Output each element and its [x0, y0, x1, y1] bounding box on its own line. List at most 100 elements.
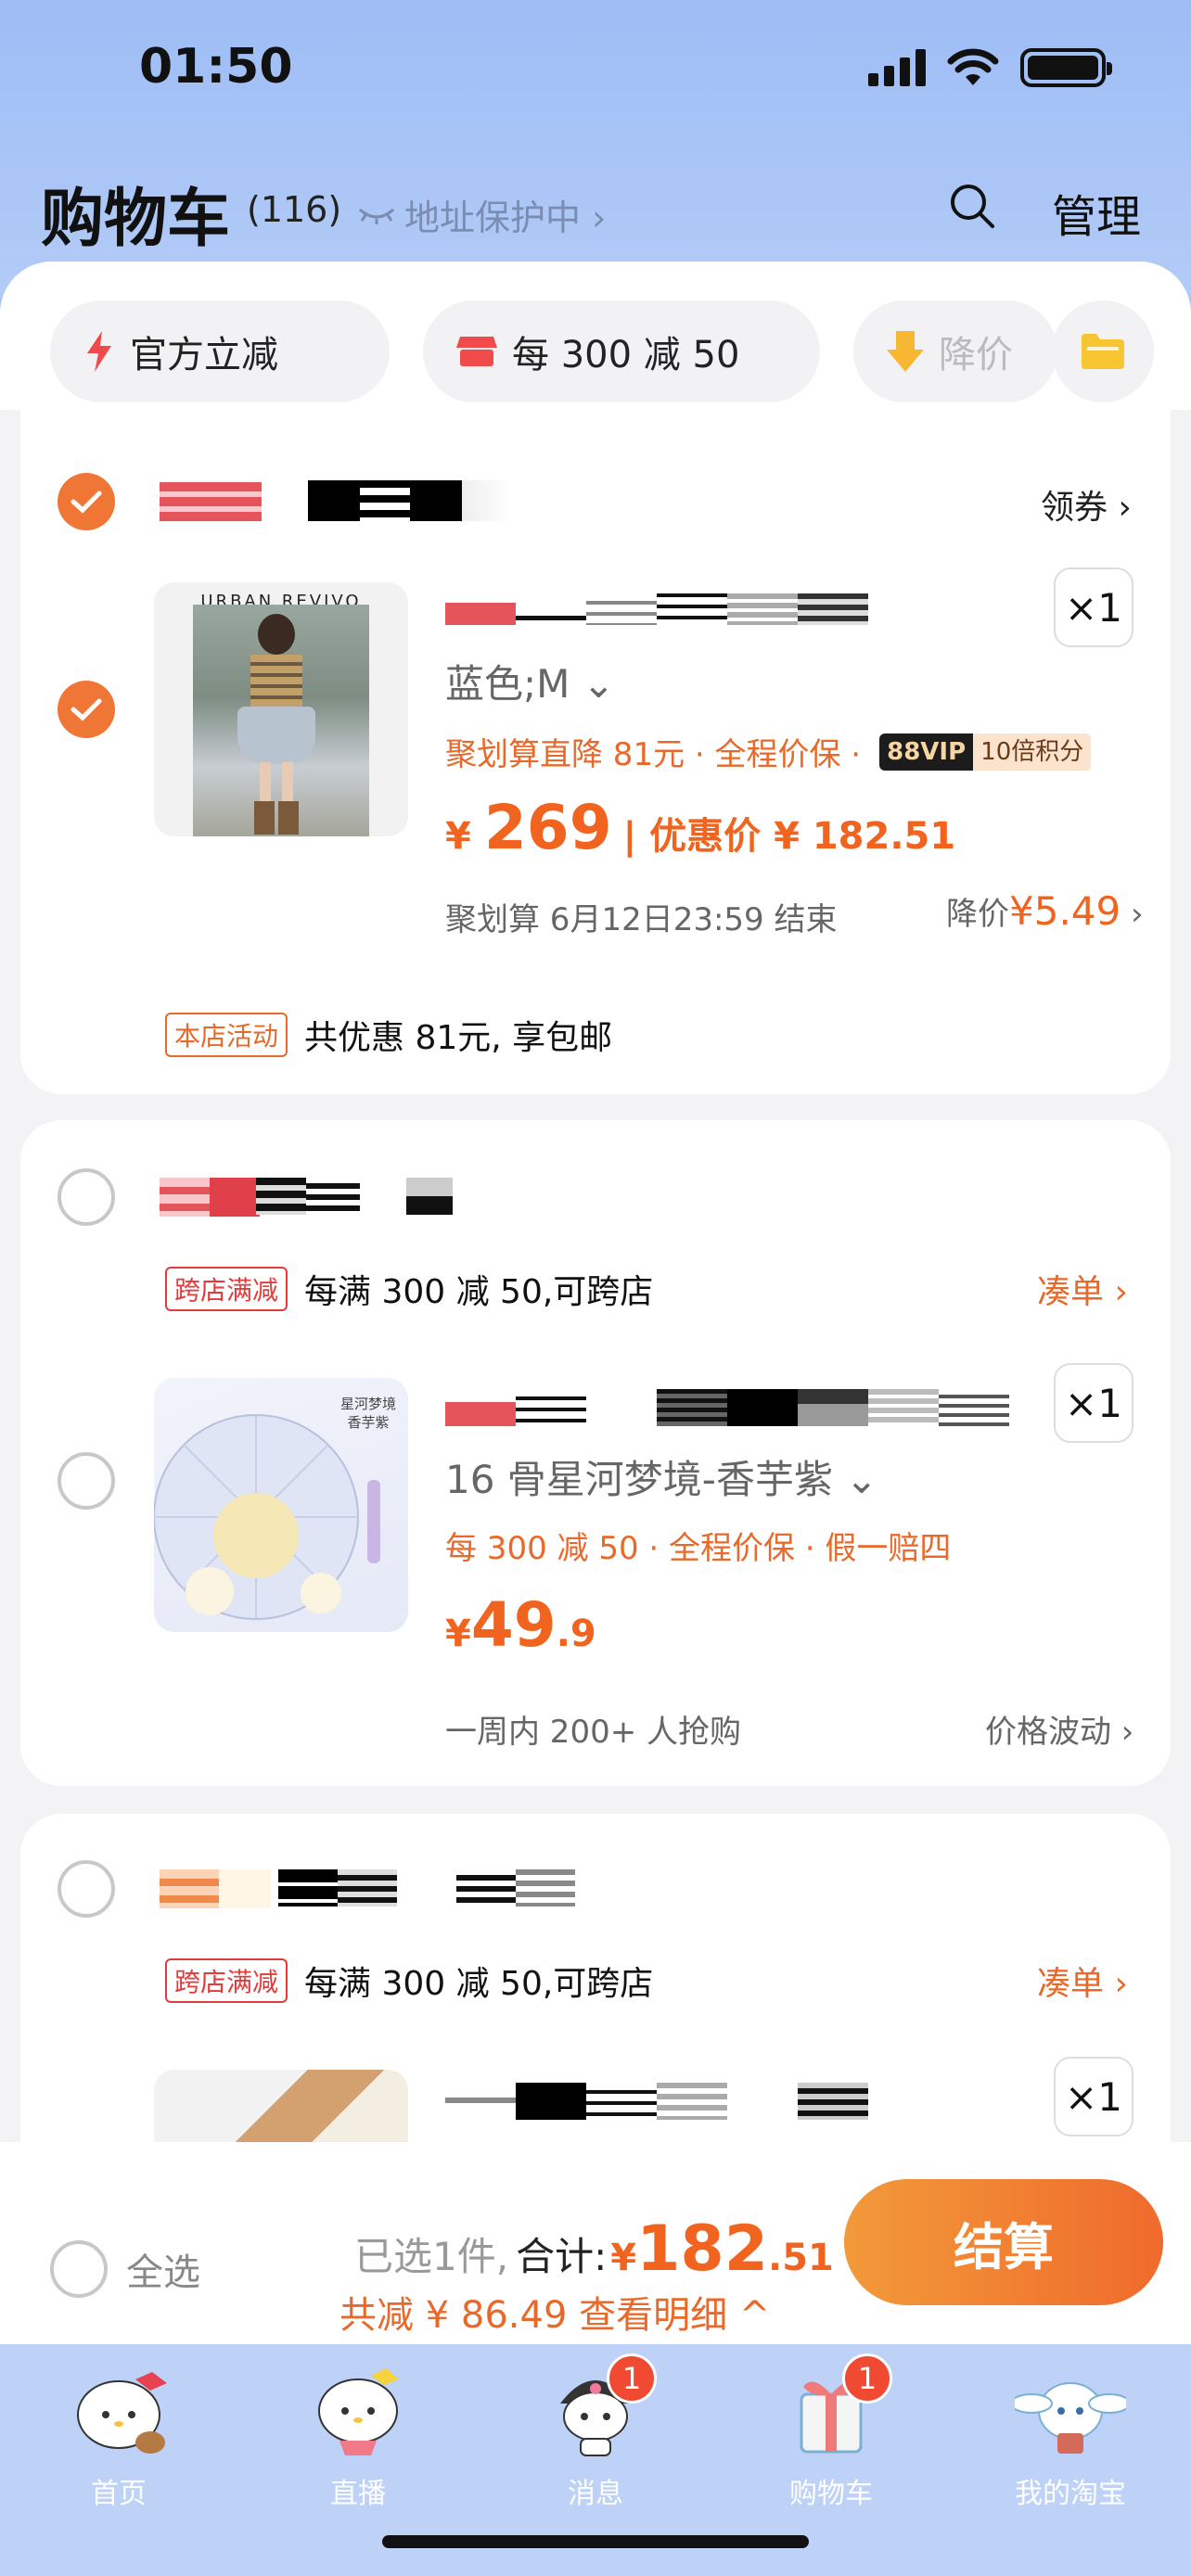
- cart-badge: 1: [842, 2353, 892, 2404]
- shop-name-redacted[interactable]: [308, 480, 512, 521]
- product-title-redacted[interactable]: [445, 593, 868, 625]
- messages-badge: 1: [607, 2353, 657, 2404]
- chip-label: 官方立减: [130, 334, 278, 376]
- chip-label: 降价: [939, 334, 1013, 376]
- get-coupon-link[interactable]: 领券 ›: [1041, 480, 1132, 529]
- vip-badge: 88VIP 10倍积分: [879, 733, 1092, 771]
- tab-messages[interactable]: 1 消息: [512, 2353, 679, 2511]
- hello-kitty-live-icon: [302, 2357, 414, 2459]
- total-integer: 182: [636, 2213, 769, 2286]
- sku-selector[interactable]: 蓝色;M ⌄: [445, 653, 615, 709]
- shop-card-1: 领券 › URBAN REVIVO ×1 蓝色;M ⌄ 聚划算直降 81元 · …: [20, 410, 1171, 1094]
- signal-icon: [868, 49, 926, 86]
- selected-count: 已选1件,: [354, 2234, 509, 2279]
- shop-logo: [160, 1178, 260, 1217]
- price-drop-link[interactable]: 降价¥5.49 ›: [946, 888, 1144, 934]
- promo-line: 聚划算直降 81元 · 全程价保 · 88VIP 10倍积分: [445, 729, 1092, 774]
- vip-label: 88VIP: [879, 733, 974, 771]
- product-photo: [193, 605, 369, 836]
- quantity-stepper[interactable]: ×1: [1054, 567, 1133, 647]
- chip-label: 每 300 减 50: [512, 334, 740, 376]
- check-icon: [70, 698, 102, 721]
- select-all-label: 全选: [126, 2251, 200, 2294]
- chip-official-discount[interactable]: 官方立减: [50, 300, 390, 402]
- page-title: 购物车: [41, 183, 231, 256]
- activity-tag: 跨店满减: [165, 1958, 288, 2003]
- sales-info: 一周内 200+ 人抢购: [445, 1714, 741, 1751]
- tab-home[interactable]: 首页: [35, 2357, 202, 2511]
- shop-logo: [160, 482, 262, 521]
- wifi-icon: [947, 48, 999, 85]
- price-integer: 49: [470, 1589, 557, 1661]
- price-block: ¥ 49 .9: [445, 1589, 596, 1661]
- tab-cart[interactable]: 1 购物车: [748, 2353, 915, 2511]
- chip-price-drop[interactable]: 降价: [853, 300, 1057, 402]
- promo-filter-row: 官方立减 每 300 减 50 降价: [0, 261, 1191, 410]
- price-decimal: .9: [556, 1613, 596, 1655]
- lightning-icon: [87, 331, 111, 372]
- tab-label: 我的淘宝: [1015, 2478, 1126, 2510]
- price-drop-label: 降价: [946, 896, 1009, 933]
- total-decimal: .51: [768, 2237, 834, 2279]
- folder-filter-button[interactable]: [1052, 300, 1154, 402]
- total-label: 合计:: [516, 2234, 608, 2279]
- shop-card-2: 跨店满减 每满 300 减 50,可跨店 凑单 › 星河梦境 香芋紫 ×1 16…: [20, 1120, 1171, 1786]
- product-image[interactable]: URBAN REVIVO: [154, 582, 408, 836]
- tab-label: 直播: [330, 2478, 386, 2510]
- cross-store-activity: 跨店满减 每满 300 减 50,可跨店: [165, 1265, 653, 1313]
- item-checkbox[interactable]: [58, 681, 115, 738]
- shop-checkbox[interactable]: [58, 1860, 115, 1918]
- home-indicator: [382, 2535, 809, 2548]
- tab-live[interactable]: 直播: [275, 2357, 442, 2511]
- product-title-redacted[interactable]: [445, 2083, 868, 2120]
- total-symbol: ¥: [610, 2237, 637, 2279]
- shop-name-redacted[interactable]: [278, 1869, 575, 1906]
- product-image[interactable]: 星河梦境 香芋紫: [154, 1378, 408, 1632]
- discount-price: | 优惠价 ¥ 182.51: [622, 815, 956, 858]
- manage-button[interactable]: 管理: [1052, 180, 1141, 245]
- battery-icon: [1020, 48, 1112, 87]
- chip-cross-store-discount[interactable]: 每 300 减 50: [423, 300, 820, 402]
- status-icons: [868, 48, 1112, 87]
- shop-checkbox[interactable]: [58, 473, 115, 530]
- tab-my-taobao[interactable]: 我的淘宝: [987, 2357, 1154, 2511]
- activity-text: 共优惠 81元, 享包邮: [304, 1019, 613, 1057]
- activity-text: 每满 300 减 50,可跨店: [304, 1965, 654, 2003]
- add-on-link[interactable]: 凑单 ›: [1037, 1957, 1128, 2005]
- status-time: 01:50: [139, 39, 293, 95]
- image-caption: 星河梦境 香芋紫: [339, 1396, 396, 1431]
- check-icon: [70, 491, 102, 514]
- add-on-link[interactable]: 凑单 ›: [1037, 1265, 1128, 1313]
- tab-label: 购物车: [789, 2478, 873, 2510]
- hello-kitty-icon: [63, 2357, 174, 2459]
- search-icon[interactable]: [948, 182, 996, 230]
- cart-count: (116): [247, 189, 342, 230]
- activity-text: 每满 300 减 50,可跨店: [304, 1273, 654, 1311]
- gift-box-icon: 1: [775, 2353, 892, 2459]
- closed-eye-icon: [359, 208, 394, 224]
- price-fluctuation-link[interactable]: 价格波动 ›: [985, 1706, 1133, 1752]
- price-block: ¥ 269 | 优惠价 ¥ 182.51: [445, 792, 955, 863]
- quantity-stepper[interactable]: ×1: [1054, 1363, 1133, 1443]
- checkout-button[interactable]: 结算: [844, 2179, 1163, 2305]
- price-value: 269: [483, 792, 612, 863]
- view-details-link[interactable]: 共减 ¥ 86.49 查看明细 ^: [339, 2285, 770, 2339]
- kuromi-icon: 1: [540, 2353, 657, 2459]
- select-all-toggle[interactable]: 全选: [50, 2240, 200, 2298]
- total-line: 已选1件, 合计: ¥ 182 .51: [354, 2213, 834, 2286]
- activity-tag: 跨店满减: [165, 1267, 288, 1311]
- select-all-checkbox[interactable]: [50, 2240, 108, 2298]
- shop-checkbox[interactable]: [58, 1168, 115, 1226]
- sku-selector[interactable]: 16 骨星河梦境-香芋紫 ⌄: [445, 1448, 878, 1505]
- promo-line: 每 300 减 50 · 全程价保 · 假一赔四: [445, 1530, 952, 1567]
- shop-logo: [160, 1869, 271, 1908]
- tab-label: 消息: [568, 2478, 623, 2510]
- item-checkbox[interactable]: [58, 1452, 115, 1510]
- cross-store-activity: 跨店满减 每满 300 减 50,可跨店: [165, 1957, 653, 2005]
- cinnamoroll-icon: [1010, 2357, 1131, 2459]
- quantity-stepper[interactable]: ×1: [1054, 2057, 1133, 2136]
- product-title-redacted[interactable]: [445, 1389, 1009, 1426]
- address-protection-link[interactable]: 地址保护中 ›: [356, 189, 606, 240]
- shop-name-redacted[interactable]: [256, 1178, 453, 1215]
- price-drop-value: ¥5.49: [1009, 888, 1121, 934]
